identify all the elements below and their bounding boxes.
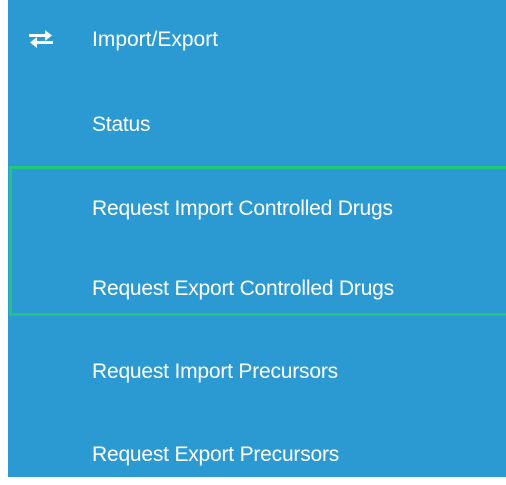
menu-item-label: Request Export Controlled Drugs: [92, 277, 394, 300]
menu-item-request-export-precursors[interactable]: Request Export Precursors: [8, 418, 506, 477]
menu-item-label: Request Import Precursors: [92, 360, 338, 383]
menu-item-status[interactable]: Status: [8, 82, 506, 166]
menu-item-label: Status: [92, 113, 151, 136]
menu-item-request-import-controlled-drugs[interactable]: Request Import Controlled Drugs: [8, 166, 506, 250]
menu-section-import-export[interactable]: Import/Export: [8, 0, 506, 82]
sidebar-menu: Import/Export Status Request Import Cont…: [8, 0, 506, 477]
transfer-arrows-icon: [29, 29, 53, 49]
menu-item-label: Request Import Controlled Drugs: [92, 197, 393, 220]
menu-section-label: Import/Export: [92, 28, 219, 51]
menu-item-label: Request Export Precursors: [92, 443, 340, 466]
menu-item-request-export-controlled-drugs[interactable]: Request Export Controlled Drugs: [8, 250, 506, 334]
menu-item-request-import-precursors[interactable]: Request Import Precursors: [8, 334, 506, 418]
